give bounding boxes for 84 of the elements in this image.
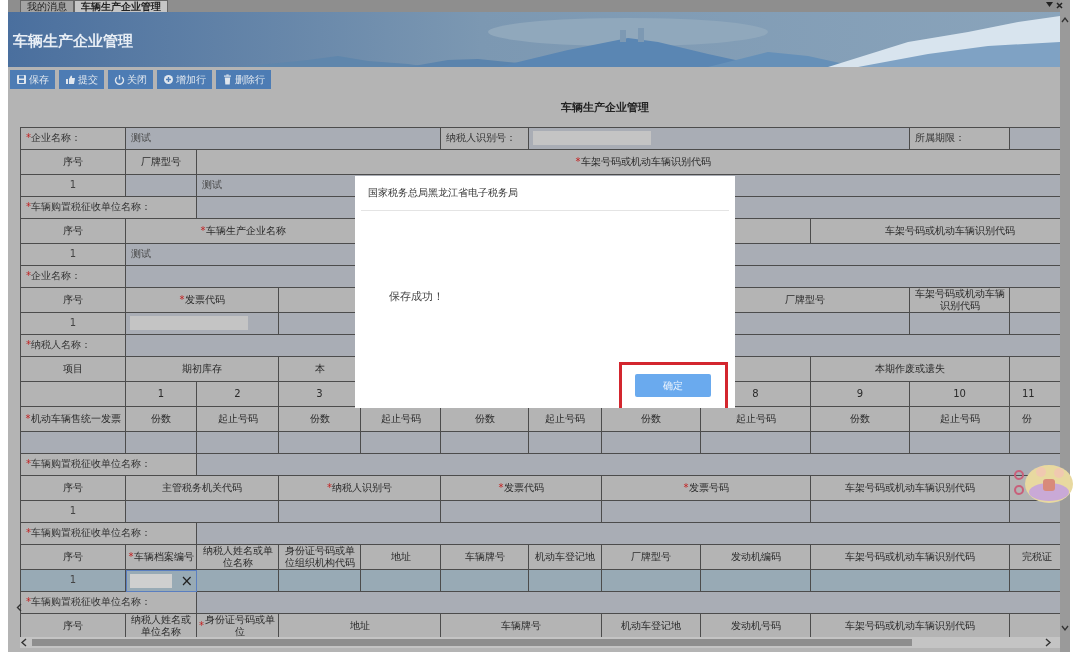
clear-button[interactable]: × bbox=[180, 573, 193, 588]
chevron-left-icon[interactable] bbox=[20, 638, 28, 647]
power-icon bbox=[114, 74, 125, 85]
column-header: 序号 bbox=[20, 613, 126, 637]
column-header: 厂牌型号 bbox=[126, 149, 197, 175]
field-label: *车辆购置税征收单位名称： bbox=[20, 453, 197, 476]
sticker-drawing bbox=[1013, 462, 1075, 506]
table-cell: 测试 bbox=[126, 127, 441, 150]
column-header: 份数 bbox=[441, 406, 529, 432]
column-header: *发票代码 bbox=[441, 475, 602, 501]
form-title: 车辆生产企业管理 bbox=[560, 99, 650, 116]
column-header: 身份证号码或单位组织机构代码 bbox=[279, 544, 361, 570]
delete-row-button[interactable]: 删除行 bbox=[216, 70, 271, 89]
column-header: 发动机编码 bbox=[701, 544, 811, 570]
column-header: 起止号码 bbox=[361, 406, 441, 432]
save-button[interactable]: 保存 bbox=[10, 70, 55, 89]
vertical-scrollbar[interactable] bbox=[1060, 0, 1070, 652]
horizontal-scrollbar[interactable] bbox=[20, 637, 1060, 648]
field-label: *企业名称： bbox=[20, 127, 126, 150]
field-label: *企业名称： bbox=[20, 265, 126, 288]
column-header: 起止号码 bbox=[197, 406, 279, 432]
column-header: 期初库存 bbox=[126, 356, 279, 382]
column-header: *车辆档案编号 bbox=[126, 544, 197, 570]
trash-icon bbox=[222, 74, 233, 85]
column-header: 机动车登记地 bbox=[529, 544, 602, 570]
dialog-title: 国家税务总局黑龙江省电子税务局 bbox=[361, 176, 729, 211]
thumbs-up-icon bbox=[65, 74, 76, 85]
close-button[interactable]: 关闭 bbox=[108, 70, 153, 89]
caret-icon[interactable] bbox=[1046, 2, 1053, 8]
chevron-down-icon[interactable] bbox=[1061, 624, 1069, 632]
column-header: 主管税务机关代码 bbox=[126, 475, 279, 501]
column-header: *纳税人识别号 bbox=[279, 475, 441, 501]
dialog-message: 保存成功！ bbox=[389, 289, 444, 304]
column-header: 份数 bbox=[811, 406, 910, 432]
column-header: 起止号码 bbox=[701, 406, 811, 432]
column-header: *发票号码 bbox=[602, 475, 811, 501]
column-header: 2 bbox=[197, 381, 279, 407]
column-header: 纳税人姓名或单位名称 bbox=[197, 544, 279, 570]
column-header: 车架号码或机动车辆识别代码 bbox=[910, 287, 1010, 313]
column-header: *发票代码 bbox=[126, 287, 279, 313]
row-number: 1 bbox=[20, 569, 126, 592]
column-header: 起止号码 bbox=[910, 406, 1010, 432]
column-header: 份数 bbox=[126, 406, 197, 432]
field-label: *车辆购置税征收单位名称： bbox=[20, 591, 197, 614]
column-header: 序号 bbox=[20, 218, 126, 244]
column-header: 份数 bbox=[602, 406, 701, 432]
column-header: 地址 bbox=[361, 544, 441, 570]
row-number: 1 bbox=[20, 174, 126, 197]
ok-button[interactable]: 确定 bbox=[635, 374, 711, 397]
close-icon[interactable] bbox=[1056, 2, 1063, 9]
text-field[interactable]: × bbox=[126, 569, 197, 592]
tab[interactable]: 我的消息 bbox=[20, 0, 74, 12]
column-header: 序号 bbox=[20, 149, 126, 175]
column-header: 本期作废或遗失 bbox=[811, 356, 1010, 382]
tab[interactable]: 车辆生产企业管理 bbox=[74, 0, 168, 12]
column-header: 车架号码或机动车辆识别代码 bbox=[811, 544, 1010, 570]
field-label: 所属期限： bbox=[910, 127, 1010, 150]
column-header: 1 bbox=[126, 381, 197, 407]
page-title: 车辆生产企业管理 bbox=[12, 31, 133, 51]
add-row-button[interactable]: 增加行 bbox=[157, 70, 212, 89]
column-header: *机动车辆售统一发票 bbox=[20, 406, 126, 432]
field-label: 纳税人识别号： bbox=[441, 127, 529, 150]
chevron-up-icon[interactable] bbox=[1061, 16, 1069, 24]
column-header: 起止号码 bbox=[529, 406, 602, 432]
field-label: *纳税人名称： bbox=[20, 334, 126, 357]
column-header: 序号 bbox=[20, 287, 126, 313]
column-header: 车架号码或机动车辆识别代码 bbox=[811, 475, 1010, 501]
row-number: 1 bbox=[20, 243, 126, 266]
field-label: *车辆购置税征收单位名称： bbox=[20, 522, 197, 545]
submit-button[interactable]: 提交 bbox=[59, 70, 104, 89]
column-header: 10 bbox=[910, 381, 1010, 407]
row-number: 1 bbox=[20, 312, 126, 335]
column-header: 序号 bbox=[20, 544, 126, 570]
column-header: 序号 bbox=[20, 475, 126, 501]
column-header: 份数 bbox=[279, 406, 361, 432]
column-header: 项目 bbox=[20, 356, 126, 382]
row-number: 1 bbox=[20, 500, 126, 523]
plus-circle-icon bbox=[163, 74, 174, 85]
field-label: *车辆购置税征收单位名称： bbox=[20, 196, 197, 219]
column-header: 厂牌型号 bbox=[602, 544, 701, 570]
chevron-left-icon[interactable] bbox=[16, 603, 23, 612]
chevron-right-icon[interactable] bbox=[1044, 638, 1052, 647]
column-header: 9 bbox=[811, 381, 910, 407]
column-header: 车辆牌号 bbox=[441, 544, 529, 570]
